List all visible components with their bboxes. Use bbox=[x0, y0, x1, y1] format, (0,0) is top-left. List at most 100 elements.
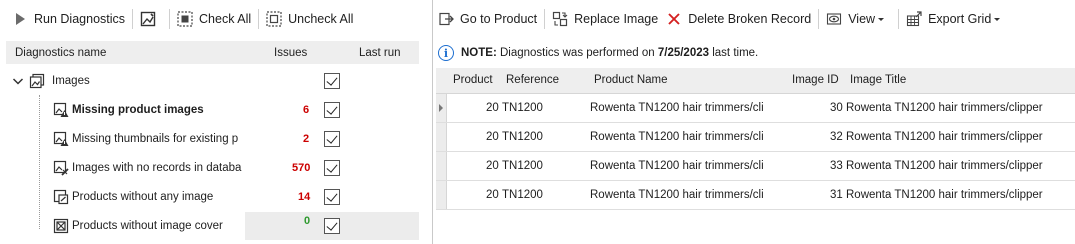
tree-item-images-no-records[interactable]: Images with no records in databa 570 bbox=[6, 154, 419, 182]
cell-reference[interactable]: TN1200 bbox=[502, 160, 543, 172]
row-indicator[interactable] bbox=[436, 123, 447, 151]
tree-item-label: Missing thumbnails for existing p bbox=[72, 133, 239, 145]
cell-image-id[interactable]: 30 bbox=[830, 102, 843, 114]
images-icon bbox=[29, 73, 45, 89]
check-all-button[interactable]: Check All bbox=[173, 7, 255, 31]
column-header-last-run[interactable]: Last run bbox=[359, 47, 401, 59]
export-grid-icon bbox=[906, 11, 922, 27]
uncheck-all-icon bbox=[266, 11, 282, 27]
tree-item-label: Products without any image bbox=[72, 191, 214, 203]
tree-header: Diagnostics name Issues Last run bbox=[6, 41, 419, 64]
export-grid-label: Export Grid bbox=[928, 12, 992, 26]
table-row[interactable]: 20 TN1200 Rowenta TN1200 hair trimmers/c… bbox=[436, 181, 1075, 210]
cell-reference[interactable]: TN1200 bbox=[502, 131, 543, 143]
tree-item-label: Images with no records in databa bbox=[72, 162, 242, 174]
last-run-checkbox[interactable] bbox=[324, 131, 340, 147]
column-header-product[interactable]: Product bbox=[453, 74, 493, 86]
note-text-end: last time. bbox=[709, 47, 759, 59]
image-settings-button[interactable] bbox=[136, 7, 166, 31]
cell-product[interactable]: 20 bbox=[486, 131, 499, 143]
column-header-product-name[interactable]: Product Name bbox=[594, 74, 668, 86]
cell-reference[interactable]: TN1200 bbox=[502, 189, 543, 201]
last-run-checkbox[interactable] bbox=[324, 218, 340, 234]
toolbar-separator bbox=[818, 9, 820, 29]
tree-item-label: Images bbox=[52, 75, 90, 87]
diagnostics-note: i NOTE: Diagnostics was performed on 7/2… bbox=[438, 42, 758, 64]
cell-image-title[interactable]: Rowenta TN1200 hair trimmers/clipper bbox=[846, 131, 1043, 143]
last-run-checkbox[interactable] bbox=[324, 160, 340, 176]
row-indicator[interactable] bbox=[436, 94, 447, 122]
image-missing-icon bbox=[53, 189, 69, 205]
cell-image-title[interactable]: Rowenta TN1200 hair trimmers/clipper bbox=[846, 160, 1043, 172]
diagnostics-toolbar: Run Diagnostics Check All Uncheck All bbox=[8, 6, 357, 32]
table-row[interactable]: 20 TN1200 Rowenta TN1200 hair trimmers/c… bbox=[436, 152, 1075, 181]
image-warning-icon bbox=[53, 102, 69, 118]
go-to-product-label: Go to Product bbox=[460, 12, 538, 26]
issues-count: 0 bbox=[304, 215, 311, 227]
cell-product[interactable]: 20 bbox=[486, 189, 499, 201]
table-row[interactable]: 20 TN1200 Rowenta TN1200 hair trimmers/c… bbox=[436, 123, 1075, 152]
row-indicator[interactable] bbox=[436, 181, 447, 209]
note-prefix: NOTE: bbox=[461, 47, 497, 59]
column-header-reference[interactable]: Reference bbox=[506, 74, 559, 86]
cell-image-id[interactable]: 32 bbox=[830, 131, 843, 143]
issues-count: 6 bbox=[303, 104, 310, 116]
image-warning-icon bbox=[53, 131, 69, 147]
export-grid-dropdown-button[interactable]: Export Grid bbox=[902, 7, 1011, 31]
issues-count: 14 bbox=[298, 191, 311, 203]
last-run-checkbox[interactable] bbox=[324, 73, 340, 89]
view-dropdown-button[interactable]: View bbox=[822, 7, 895, 31]
cell-product-name[interactable]: Rowenta TN1200 hair trimmers/cli bbox=[590, 160, 780, 172]
toolbar-separator bbox=[258, 9, 260, 29]
pane-splitter[interactable] bbox=[432, 0, 433, 244]
tree-item-products-without-image[interactable]: Products without any image 14 bbox=[6, 183, 419, 211]
table-row[interactable]: 20 TN1200 Rowenta TN1200 hair trimmers/c… bbox=[436, 94, 1075, 123]
last-run-checkbox[interactable] bbox=[324, 189, 340, 205]
delete-x-icon bbox=[666, 11, 682, 27]
go-to-product-icon bbox=[438, 11, 454, 27]
delete-broken-record-label: Delete Broken Record bbox=[688, 12, 812, 26]
replace-image-icon bbox=[552, 11, 568, 27]
view-eye-icon bbox=[826, 11, 842, 27]
last-run-checkbox[interactable] bbox=[324, 102, 340, 118]
column-header-image-title[interactable]: Image Title bbox=[850, 74, 906, 86]
tree-item-missing-thumbnails[interactable]: Missing thumbnails for existing p 2 bbox=[6, 125, 419, 153]
cell-product-name[interactable]: Rowenta TN1200 hair trimmers/cli bbox=[590, 189, 780, 201]
cell-image-title[interactable]: Rowenta TN1200 hair trimmers/clipper bbox=[846, 102, 1043, 114]
check-all-icon bbox=[177, 11, 193, 27]
row-indicator[interactable] bbox=[436, 152, 447, 180]
cell-product-name[interactable]: Rowenta TN1200 hair trimmers/cli bbox=[590, 102, 780, 114]
tree-item-label: Products without image cover bbox=[72, 220, 223, 232]
cell-reference[interactable]: TN1200 bbox=[502, 102, 543, 114]
play-icon bbox=[12, 11, 28, 27]
issues-count: 570 bbox=[292, 162, 311, 174]
cell-image-id[interactable]: 33 bbox=[830, 160, 843, 172]
delete-broken-record-button[interactable]: Delete Broken Record bbox=[662, 7, 815, 31]
diagnostics-pane: Run Diagnostics Check All Uncheck All Di… bbox=[0, 0, 424, 244]
check-all-label: Check All bbox=[199, 12, 252, 26]
image-edit-icon bbox=[140, 11, 156, 27]
replace-image-button[interactable]: Replace Image bbox=[548, 7, 662, 31]
results-toolbar: Go to Product Replace Image Delete Broke… bbox=[434, 6, 1011, 32]
chevron-down-icon[interactable] bbox=[10, 73, 26, 89]
tree-item-products-without-cover[interactable]: Products without image cover 0 bbox=[6, 212, 419, 240]
go-to-product-button[interactable]: Go to Product bbox=[434, 7, 541, 31]
note-text: Diagnostics was performed on bbox=[496, 47, 658, 59]
cell-image-id[interactable]: 31 bbox=[830, 189, 843, 201]
tree-item-missing-product-images[interactable]: Missing product images 6 bbox=[6, 96, 419, 124]
cell-product[interactable]: 20 bbox=[486, 160, 499, 172]
run-diagnostics-button[interactable]: Run Diagnostics bbox=[8, 7, 129, 31]
info-icon: i bbox=[438, 45, 454, 61]
view-label: View bbox=[848, 12, 876, 26]
cell-image-title[interactable]: Rowenta TN1200 hair trimmers/clipper bbox=[846, 189, 1043, 201]
uncheck-all-label: Uncheck All bbox=[288, 12, 354, 26]
cell-product-name[interactable]: Rowenta TN1200 hair trimmers/cli bbox=[590, 131, 780, 143]
cell-product[interactable]: 20 bbox=[486, 102, 499, 114]
toolbar-separator bbox=[132, 9, 134, 29]
column-header-name[interactable]: Diagnostics name bbox=[15, 47, 106, 59]
tree-root-images[interactable]: Images bbox=[6, 67, 419, 95]
uncheck-all-button[interactable]: Uncheck All bbox=[262, 7, 357, 31]
column-header-issues[interactable]: Issues bbox=[274, 47, 307, 59]
column-header-image-id[interactable]: Image ID bbox=[792, 74, 839, 86]
toolbar-separator bbox=[544, 9, 546, 29]
